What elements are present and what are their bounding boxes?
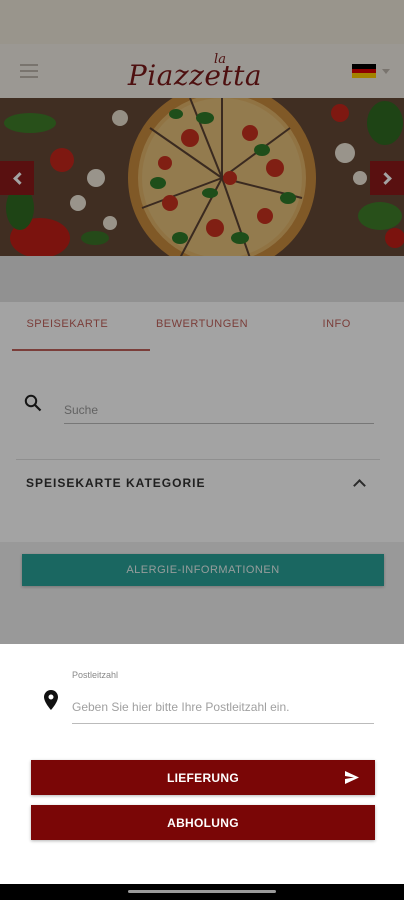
home-gesture-handle[interactable] bbox=[128, 890, 276, 893]
pickup-button-label: ABHOLUNG bbox=[167, 815, 239, 830]
system-navigation-bar bbox=[0, 884, 404, 900]
order-type-sheet: Postleitzahl LIEFERUNG ABHOLUNG bbox=[0, 644, 404, 884]
delivery-button-label: LIEFERUNG bbox=[166, 770, 240, 785]
location-pin-icon bbox=[44, 690, 58, 710]
send-icon bbox=[345, 771, 359, 784]
pickup-button[interactable]: ABHOLUNG bbox=[31, 805, 375, 840]
postal-code-input[interactable] bbox=[72, 690, 374, 724]
modal-backdrop[interactable] bbox=[0, 0, 404, 644]
delivery-button[interactable]: LIEFERUNG bbox=[31, 760, 375, 795]
postal-code-label: Postleitzahl bbox=[72, 670, 119, 680]
